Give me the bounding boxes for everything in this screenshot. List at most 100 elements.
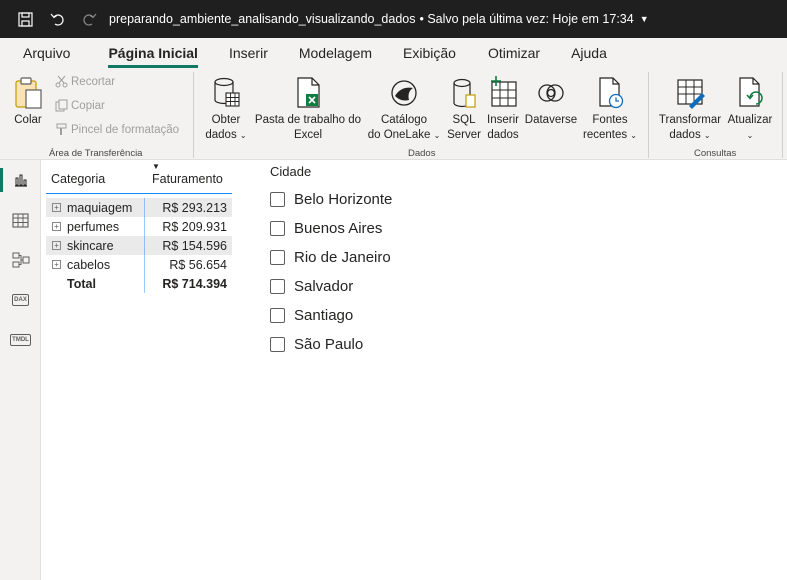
ribbon-separator — [648, 72, 649, 158]
slicer-option[interactable]: Rio de Janeiro — [270, 243, 470, 272]
transform-data-button[interactable]: Transformar dados ⌄ — [655, 76, 725, 143]
title-dropdown-icon[interactable]: ▼ — [640, 14, 649, 24]
chevron-down-icon: ⌄ — [239, 131, 247, 140]
row-category: maquiagem — [67, 200, 133, 215]
transform-data-icon — [677, 79, 705, 109]
matrix-header: Categoria ▼ Faturamento — [46, 162, 232, 194]
paste-label: Colar — [14, 114, 42, 126]
report-view-button[interactable] — [0, 162, 41, 198]
sql-server-icon — [453, 78, 476, 108]
column-header-faturamento-cell[interactable]: ▼ Faturamento — [146, 162, 232, 186]
expand-icon[interactable]: + — [52, 203, 61, 212]
dataverse-label: Dataverse — [524, 114, 578, 126]
row-value: R$ 154.596 — [162, 238, 227, 253]
redo-icon[interactable] — [79, 9, 99, 29]
scissors-icon — [55, 75, 68, 88]
table-row[interactable]: + maquiagem R$ 293.213 — [46, 198, 232, 217]
city-slicer[interactable]: Cidade Belo Horizonte Buenos Aires Rio d… — [270, 164, 470, 359]
dax-query-view-button[interactable]: DAX — [0, 282, 41, 318]
database-icon — [214, 77, 240, 107]
excel-workbook-button[interactable]: Pasta de trabalho do Excel — [252, 76, 364, 143]
checkbox[interactable] — [270, 308, 285, 323]
row-category: cabelos — [67, 257, 111, 272]
dataverse-icon — [538, 84, 564, 102]
excel-label-1: Pasta de trabalho do — [254, 114, 362, 126]
column-header-categoria[interactable]: Categoria — [46, 172, 146, 186]
tab-arquivo[interactable]: Arquivo — [23, 45, 70, 68]
checkbox[interactable] — [270, 250, 285, 265]
cut-button[interactable]: Recortar — [55, 75, 115, 88]
get-data-button[interactable]: Obter dados ⌄ — [200, 76, 252, 143]
table-row[interactable]: + perfumes R$ 209.931 — [46, 217, 232, 236]
brush-icon — [56, 123, 67, 135]
checkbox[interactable] — [270, 337, 285, 352]
table-view-button[interactable] — [0, 202, 41, 238]
excel-label-2: Excel — [293, 129, 323, 141]
view-switcher: DAX TMDL — [0, 160, 41, 580]
tab-modelagem[interactable]: Modelagem — [299, 45, 372, 68]
format-painter-button[interactable]: Pincel de formatação — [55, 123, 179, 136]
expand-icon[interactable]: + — [52, 241, 61, 250]
expand-icon[interactable]: + — [52, 260, 61, 269]
table-row[interactable]: + skincare R$ 154.596 — [46, 236, 232, 255]
tab-otimizar[interactable]: Otimizar — [488, 45, 540, 68]
sort-descending-icon: ▼ — [152, 161, 160, 171]
undo-icon[interactable] — [47, 9, 67, 29]
refresh-icon — [739, 77, 763, 107]
tmdl-view-button[interactable]: TMDL — [0, 322, 41, 358]
chevron-down-icon: ⌄ — [703, 131, 711, 140]
expand-icon[interactable]: + — [52, 222, 61, 231]
ribbon-separator — [193, 72, 194, 158]
tab-inserir[interactable]: Inserir — [229, 45, 268, 68]
refresh-button[interactable]: Atualizar ⌄ — [724, 76, 776, 143]
queries-group-label: Consultas — [694, 148, 737, 159]
enter-data-label-1: Inserir — [487, 114, 519, 126]
slicer-option[interactable]: Belo Horizonte — [270, 185, 470, 214]
matrix-column-divider — [144, 198, 145, 293]
model-view-button[interactable] — [0, 242, 41, 278]
table-icon — [12, 212, 29, 228]
transform-label-2: dados — [669, 129, 701, 141]
recent-sources-label-1: Fontes — [592, 114, 628, 126]
recent-sources-label-2: recentes — [582, 129, 628, 141]
slicer-option[interactable]: Santiago — [270, 301, 470, 330]
tab-pagina-inicial[interactable]: Página Inicial — [108, 45, 199, 68]
enter-data-button[interactable]: Inserir dados — [484, 76, 522, 143]
refresh-label: Atualizar — [727, 114, 773, 126]
get-data-label-1: Obter — [211, 114, 241, 126]
checkbox[interactable] — [270, 221, 285, 236]
slicer-option-label: Salvador — [294, 278, 354, 295]
bar-chart-icon — [14, 174, 27, 187]
matrix-visual[interactable]: Categoria ▼ Faturamento + maquiagem R$ 29… — [46, 162, 232, 293]
paste-button[interactable]: Colar — [10, 76, 46, 128]
slicer-option[interactable]: São Paulo — [270, 330, 470, 359]
recent-sources-button[interactable]: Fontes recentes ⌄ — [580, 76, 640, 143]
copy-button[interactable]: Copiar — [55, 99, 105, 112]
ribbon: Colar Recortar Copiar Pincel de formataç… — [0, 68, 787, 160]
file-name[interactable]: preparando_ambiente_analisando_visualiza… — [109, 12, 416, 26]
checkbox[interactable] — [270, 279, 285, 294]
tab-ajuda[interactable]: Ajuda — [571, 45, 607, 68]
slicer-title: Cidade — [270, 164, 312, 179]
sql-label-2: Server — [447, 129, 481, 141]
format-painter-label: Pincel de formatação — [71, 123, 180, 136]
save-icon[interactable] — [15, 9, 35, 29]
slicer-option[interactable]: Salvador — [270, 272, 470, 301]
slicer-option[interactable]: Buenos Aires — [270, 214, 470, 243]
row-value: R$ 293.213 — [162, 200, 227, 215]
onelake-catalog-button[interactable]: Catálogo do OneLake ⌄ — [364, 76, 444, 143]
table-row[interactable]: + cabelos R$ 56.654 — [46, 255, 232, 274]
title-bar: preparando_ambiente_analisando_visualiza… — [0, 0, 787, 38]
chevron-down-icon: ⌄ — [630, 131, 637, 140]
onelake-label-1: Catálogo — [380, 114, 428, 126]
excel-icon — [297, 77, 320, 108]
row-value: R$ 209.931 — [162, 219, 227, 234]
report-canvas[interactable]: Categoria ▼ Faturamento + maquiagem R$ 29… — [41, 160, 787, 580]
checkbox[interactable] — [270, 192, 285, 207]
tab-exibicao[interactable]: Exibição — [403, 45, 456, 68]
menu-bar: Arquivo Página Inicial Inserir Modelagem… — [0, 38, 787, 68]
dataverse-button[interactable]: Dataverse — [522, 76, 580, 128]
slicer-option-label: São Paulo — [294, 336, 364, 353]
table-plus-icon — [491, 76, 517, 107]
sql-server-button[interactable]: SQL Server — [444, 76, 484, 143]
